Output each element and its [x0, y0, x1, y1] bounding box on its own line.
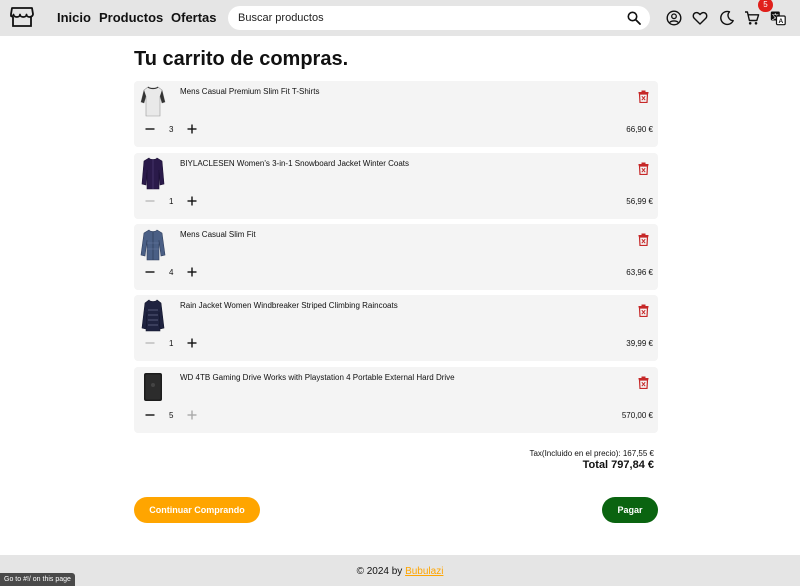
- item-price: 56,99 €: [626, 197, 653, 206]
- increase-quantity-button[interactable]: [187, 338, 197, 348]
- moon-icon[interactable]: [719, 10, 735, 26]
- product-image-hard-drive: [144, 373, 162, 401]
- product-image-shirt: [140, 229, 166, 261]
- search-input[interactable]: [238, 9, 618, 27]
- user-icon[interactable]: [666, 10, 682, 26]
- product-name: Mens Casual Premium Slim Fit T-Shirts: [180, 87, 320, 96]
- product-image-jacket: [141, 157, 165, 190]
- quantity-value: 4: [169, 268, 174, 277]
- decrease-quantity-button[interactable]: [145, 338, 155, 348]
- heart-icon[interactable]: [692, 10, 708, 26]
- cart-item: Rain Jacket Women Windbreaker Striped Cl…: [134, 295, 658, 361]
- page-title: Tu carrito de compras.: [134, 48, 349, 70]
- translate-icon[interactable]: 文 A: [770, 10, 786, 26]
- product-name: BIYLACLESEN Women's 3-in-1 Snowboard Jac…: [180, 159, 410, 168]
- item-price: 66,90 €: [626, 125, 653, 134]
- product-image-tshirt: [140, 86, 166, 117]
- trash-icon[interactable]: [638, 376, 649, 389]
- quantity-value: 1: [169, 197, 174, 206]
- quantity-value: 3: [169, 125, 174, 134]
- product-name: WD 4TB Gaming Drive Works with Playstati…: [180, 373, 455, 382]
- store-icon[interactable]: [10, 6, 34, 28]
- decrease-quantity-button[interactable]: [145, 267, 155, 277]
- trash-icon[interactable]: [638, 304, 649, 317]
- svg-text:A: A: [778, 18, 783, 25]
- item-price: 63,96 €: [626, 268, 653, 277]
- cart-item: BIYLACLESEN Women's 3-in-1 Snowboard Jac…: [134, 153, 658, 219]
- continue-shopping-button[interactable]: Continuar Comprando: [134, 497, 260, 523]
- product-name: Mens Casual Slim Fit: [180, 230, 256, 239]
- nav-inicio[interactable]: Inicio: [57, 10, 91, 25]
- cart-icon[interactable]: [744, 10, 760, 26]
- decrease-quantity-button[interactable]: [145, 124, 155, 134]
- cart-item: WD 4TB Gaming Drive Works with Playstati…: [134, 367, 658, 433]
- search-bar: [228, 6, 650, 30]
- nav-productos[interactable]: Productos: [99, 10, 163, 25]
- decrease-quantity-button[interactable]: [145, 410, 155, 420]
- trash-icon[interactable]: [638, 233, 649, 246]
- footer: © 2024 by Bubulazi: [0, 555, 800, 586]
- footer-credit: © 2024 by Bubulazi: [0, 566, 800, 577]
- increase-quantity-button[interactable]: [187, 410, 197, 420]
- search-icon[interactable]: [627, 11, 641, 25]
- tax-summary: Tax(Incluido en el precio): 167,55 €: [529, 449, 654, 458]
- quantity-value: 5: [169, 411, 174, 420]
- product-image-raincoat: [141, 299, 165, 332]
- top-navbar: Inicio Productos Ofertas 5 文 A: [0, 0, 800, 36]
- nav-ofertas[interactable]: Ofertas: [171, 10, 217, 25]
- footer-author-link[interactable]: Bubulazi: [405, 566, 443, 577]
- trash-icon[interactable]: [638, 90, 649, 103]
- quantity-value: 1: [169, 339, 174, 348]
- increase-quantity-button[interactable]: [187, 124, 197, 134]
- cart-item: Mens Casual Slim Fit 4 63,96 €: [134, 224, 658, 290]
- footer-copyright: © 2024 by: [356, 566, 403, 577]
- item-price: 39,99 €: [626, 339, 653, 348]
- pay-button[interactable]: Pagar: [602, 497, 658, 523]
- cart-item: Mens Casual Premium Slim Fit T-Shirts 3 …: [134, 81, 658, 147]
- decrease-quantity-button[interactable]: [145, 196, 155, 206]
- status-bar-tooltip: Go to #!/ on this page: [0, 573, 75, 586]
- item-price: 570,00 €: [621, 411, 653, 420]
- product-name: Rain Jacket Women Windbreaker Striped Cl…: [180, 301, 398, 310]
- trash-icon[interactable]: [638, 162, 649, 175]
- increase-quantity-button[interactable]: [187, 196, 197, 206]
- increase-quantity-button[interactable]: [187, 267, 197, 277]
- order-total: Total 797,84 €: [582, 459, 654, 471]
